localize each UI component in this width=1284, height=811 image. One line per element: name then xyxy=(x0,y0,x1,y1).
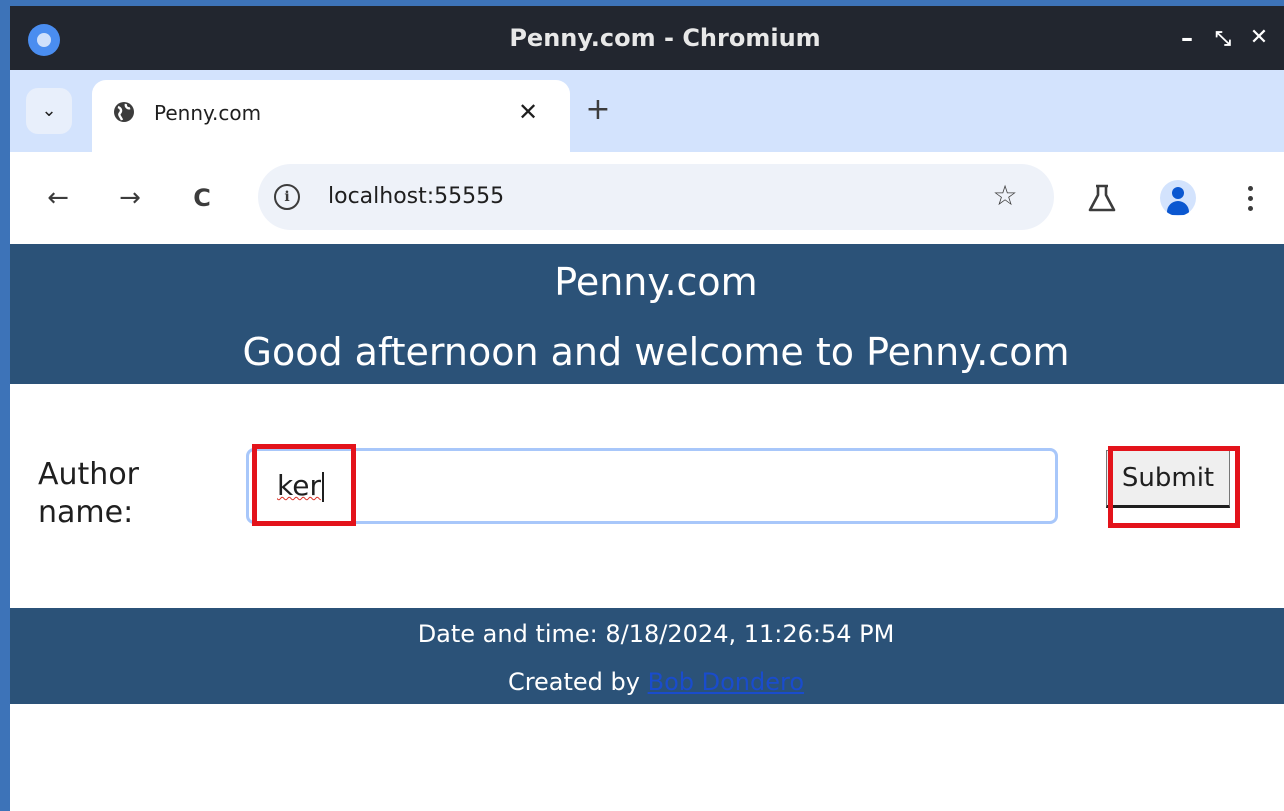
maximize-button[interactable]: ⤡ xyxy=(1208,22,1238,54)
browser-window: Penny.com - Chromium – ⤡ ✕ ⌄ Penny.com ✕… xyxy=(10,0,1284,811)
reload-button[interactable]: C xyxy=(184,180,220,216)
site-title: Penny.com xyxy=(554,260,758,304)
author-name-input[interactable]: ker xyxy=(246,448,1058,524)
site-info-icon[interactable]: i xyxy=(274,184,300,210)
tab-search-button[interactable]: ⌄ xyxy=(26,88,72,134)
welcome-message: Good afternoon and welcome to Penny.com xyxy=(242,330,1070,374)
address-bar[interactable]: i localhost:55555 ☆ xyxy=(258,164,1054,230)
text-caret xyxy=(321,472,324,502)
author-name-value: ker xyxy=(277,469,321,502)
page-footer: Date and time: 8/18/2024, 11:26:54 PM Cr… xyxy=(10,608,1284,704)
submit-button[interactable]: Submit xyxy=(1106,450,1230,508)
page-content: Penny.com Good afternoon and welcome to … xyxy=(10,244,1284,811)
tab-title: Penny.com xyxy=(154,101,262,125)
window-title: Penny.com - Chromium xyxy=(509,24,821,52)
author-link[interactable]: Bob Dondero xyxy=(648,668,804,696)
tab-strip: ⌄ Penny.com ✕ + xyxy=(10,70,1284,152)
kebab-menu-icon[interactable] xyxy=(1236,180,1266,216)
profile-avatar-icon[interactable] xyxy=(1160,180,1196,216)
url-text[interactable]: localhost:55555 xyxy=(328,182,504,212)
bookmark-star-icon[interactable]: ☆ xyxy=(990,181,1020,211)
footer-created-by: Created by xyxy=(507,668,648,696)
footer-datetime: Date and time: 8/18/2024, 11:26:54 PM xyxy=(417,620,895,648)
close-tab-button[interactable]: ✕ xyxy=(510,94,546,130)
tab-penny[interactable]: Penny.com ✕ xyxy=(92,80,570,152)
close-window-button[interactable]: ✕ xyxy=(1244,22,1274,54)
footer-credit: Created by Bob Dondero xyxy=(10,664,1284,700)
labs-flask-icon[interactable] xyxy=(1084,180,1120,216)
page-header: Penny.com Good afternoon and welcome to … xyxy=(10,244,1284,384)
author-name-label: Author name: xyxy=(38,457,140,530)
new-tab-button[interactable]: + xyxy=(580,92,616,128)
window-border xyxy=(0,0,10,811)
minimize-button[interactable]: – xyxy=(1172,22,1202,54)
forward-button[interactable]: → xyxy=(112,180,148,216)
back-button[interactable]: ← xyxy=(40,180,76,216)
browser-toolbar: ← → C i localhost:55555 ☆ xyxy=(10,152,1284,244)
globe-icon xyxy=(114,102,134,122)
title-bar: Penny.com - Chromium – ⤡ ✕ xyxy=(10,0,1284,70)
